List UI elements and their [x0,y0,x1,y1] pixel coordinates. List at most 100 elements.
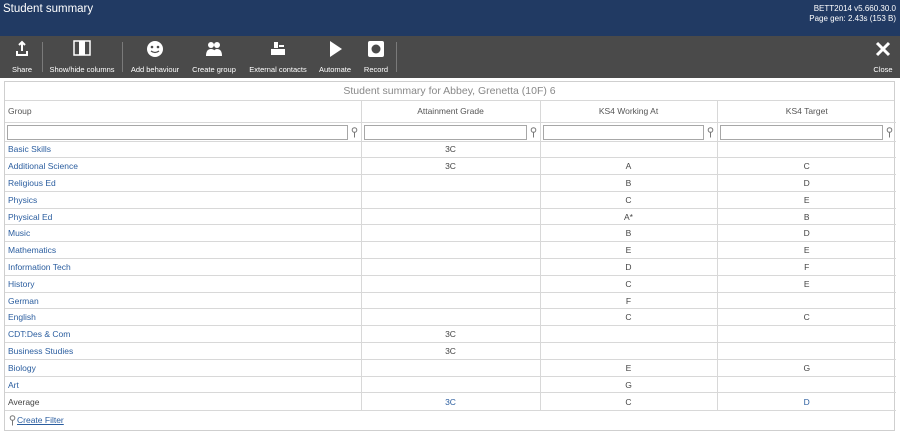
average-target: D [717,392,896,412]
target-cell [717,292,896,310]
target-cell: F [717,258,896,276]
attainment-cell [361,241,541,260]
working-at-cell: C [540,308,718,327]
filter-row [5,122,896,142]
external-contacts-button[interactable]: External contacts [246,36,310,78]
record-button[interactable]: Record [360,36,392,78]
subject-link[interactable]: Physical Ed [5,208,362,226]
average-label: Average [5,392,362,412]
filter-pin-icon[interactable] [706,126,715,138]
subject-link[interactable]: Biology [5,359,362,377]
version-info: BETT2014 v5.660.30.0 Page gen: 2.43s (15… [809,4,896,24]
table-row: Physical Ed A* B [5,208,896,226]
page-title: Student summary [3,3,94,15]
toolbar-divider [396,42,397,72]
target-cell [717,141,896,159]
group-icon [188,40,240,58]
show-hide-columns-button[interactable]: Show/hide columns [46,36,118,78]
subject-link[interactable]: Physics [5,191,362,209]
table-row: Business Studies 3C [5,342,896,360]
attainment-cell [361,258,541,276]
create-group-label: Create group [192,65,236,74]
column-header-ks4-working-at[interactable]: KS4 Working At [540,101,718,123]
record-icon [360,40,392,58]
subject-link[interactable]: Religious Ed [5,174,362,192]
header-row: Group Attainment Grade KS4 Working At KS… [5,101,896,123]
automate-button[interactable]: Automate [316,36,354,78]
attainment-cell [361,359,541,377]
working-at-cell [540,141,718,159]
working-at-cell: G [540,376,718,394]
filter-input-ks4-working-at[interactable] [542,124,704,140]
target-cell [717,376,896,394]
close-icon [868,40,898,58]
attainment-cell [361,292,541,310]
column-header-attainment[interactable]: Attainment Grade [361,101,541,123]
table-row: Mathematics E E [5,241,896,260]
subject-link[interactable]: Basic Skills [5,141,362,159]
create-filter-link[interactable]: Create Filter [17,415,64,425]
share-button[interactable]: Share [6,36,38,78]
create-group-button[interactable]: Create group [188,36,240,78]
grid-footer: Create Filter [5,411,894,430]
attainment-cell [361,376,541,394]
external-contacts-label: External contacts [249,65,307,74]
subject-link[interactable]: Music [5,224,362,243]
subject-link[interactable]: CDT:Des & Com [5,325,362,344]
student-summary-grid: Student summary for Abbey, Grenetta (10F… [4,81,896,432]
attainment-cell [361,275,541,293]
filter-cell [717,122,896,142]
filter-pin-icon[interactable] [350,126,359,138]
contacts-icon [246,40,310,58]
target-cell: E [717,241,896,260]
share-icon [6,40,38,58]
working-at-cell: A* [540,208,718,226]
columns-icon [46,40,118,58]
add-behaviour-button[interactable]: Add behaviour [126,36,184,78]
subject-link[interactable]: English [5,308,362,327]
title-bar: Student summary BETT2014 v5.660.30.0 Pag… [0,0,900,36]
filter-pin-icon[interactable] [885,126,894,138]
close-button[interactable]: Close [868,36,898,78]
working-at-cell: E [540,359,718,377]
filter-input-ks4-target[interactable] [719,124,883,140]
table-row: Religious Ed B D [5,174,896,192]
grid-caption: Student summary for Abbey, Grenetta (10F… [5,82,894,101]
subject-link[interactable]: German [5,292,362,310]
share-label: Share [11,65,32,74]
page-gen-label: Page gen: 2.43s (153 B) [809,14,896,23]
automate-label: Automate [318,65,352,74]
average-attainment: 3C [361,392,541,412]
subject-link[interactable]: Mathematics [5,241,362,260]
filter-input-attainment[interactable] [363,124,527,140]
table-row: English C C [5,308,896,327]
attainment-cell [361,308,541,327]
attainment-cell: 3C [361,342,541,360]
filter-cell [5,122,362,142]
filter-pin-icon [9,415,16,426]
table-row: Basic Skills 3C [5,141,896,159]
target-cell: C [717,157,896,176]
subject-link[interactable]: Art [5,376,362,394]
subject-link[interactable]: Business Studies [5,342,362,360]
table-row: Physics C E [5,191,896,209]
target-cell: C [717,308,896,327]
target-cell [717,342,896,360]
column-header-group[interactable]: Group [5,101,362,123]
average-working-at: C [540,392,718,412]
smiley-icon [126,40,184,58]
target-cell: E [717,191,896,209]
subject-link[interactable]: History [5,275,362,293]
attainment-cell [361,224,541,243]
table-row: CDT:Des & Com 3C [5,325,896,344]
filter-pin-icon[interactable] [529,126,538,138]
subject-link[interactable]: Information Tech [5,258,362,276]
working-at-cell [540,325,718,344]
working-at-cell: D [540,258,718,276]
target-cell: D [717,174,896,192]
subject-link[interactable]: Additional Science [5,157,362,176]
filter-input-group[interactable] [7,124,348,140]
average-row: Average 3C C D [5,392,896,412]
column-header-ks4-target[interactable]: KS4 Target [717,101,896,123]
version-label: BETT2014 v5.660.30.0 [813,4,896,13]
